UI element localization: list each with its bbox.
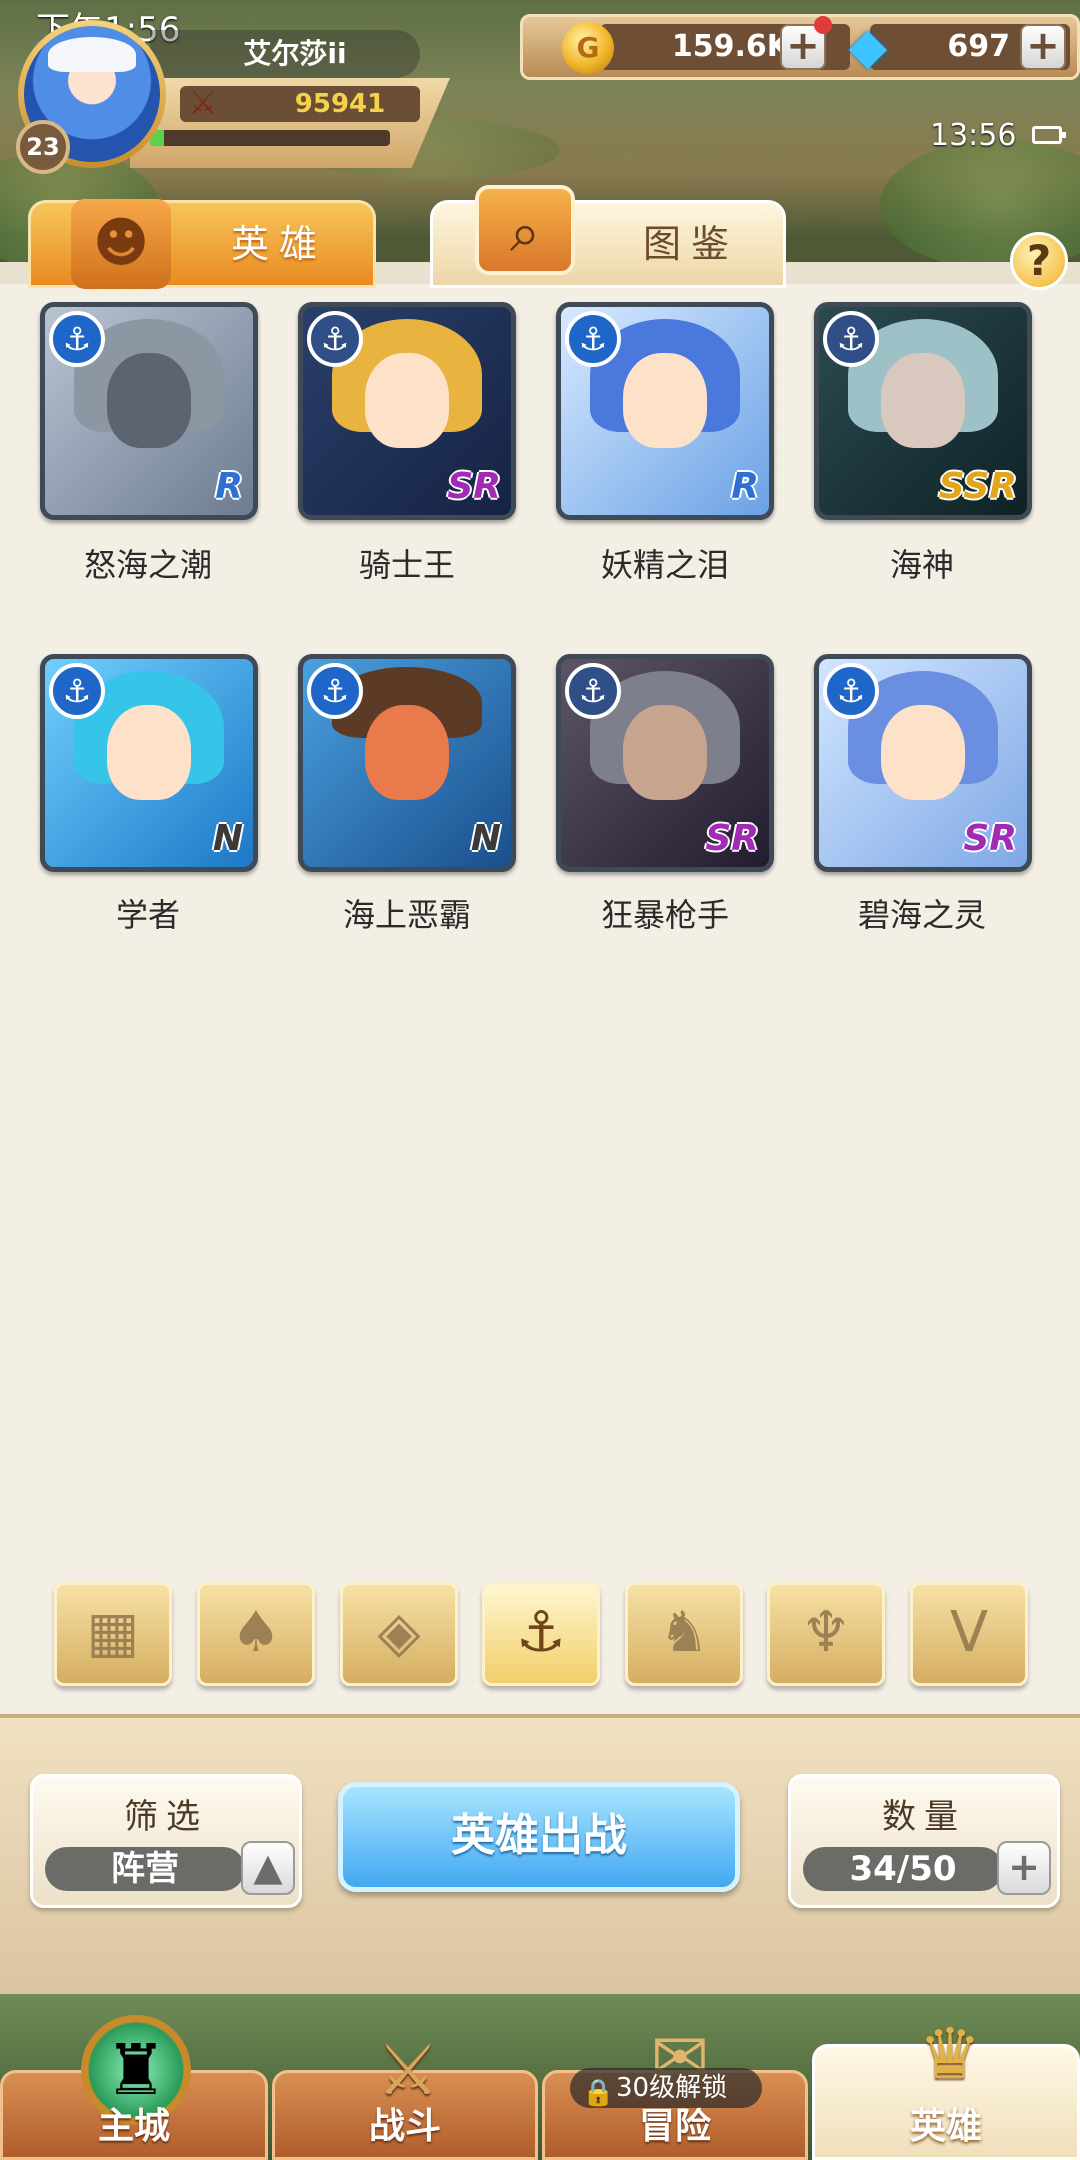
rarity-badge: R bbox=[731, 466, 759, 507]
clock: 13:56 bbox=[930, 118, 1017, 153]
deploy-heroes-button[interactable]: 英雄出战 bbox=[338, 1782, 740, 1892]
anchor-icon: ⚓ bbox=[823, 663, 879, 719]
battery-icon bbox=[1032, 126, 1066, 144]
anchor-faction-icon: ⚓ bbox=[515, 1600, 567, 1665]
tab-hero[interactable]: ☻ 英雄 bbox=[28, 199, 376, 289]
nav-label: 英雄 bbox=[909, 2106, 982, 2147]
tab-gallery[interactable]: ⌕ 图鉴 bbox=[430, 185, 786, 288]
filter-toggle-button[interactable]: ▲ bbox=[241, 1841, 295, 1895]
anchor-icon: ⚓ bbox=[565, 311, 621, 367]
rarity-badge: SR bbox=[705, 818, 759, 859]
rarity-badge: SR bbox=[447, 466, 501, 507]
filter-anchor-button[interactable]: ⚓ bbox=[482, 1582, 600, 1686]
anchor-icon: ⚓ bbox=[565, 663, 621, 719]
hero-card[interactable]: ⚓ SR bbox=[814, 654, 1032, 872]
hero-name: 海神 bbox=[889, 546, 954, 584]
tab-gallery-label: 图鉴 bbox=[643, 222, 740, 266]
leaf-faction-icon: ♠ bbox=[230, 1600, 282, 1665]
nav-battle[interactable]: ⚔ 战斗 bbox=[272, 2029, 538, 2160]
filter-all-button[interactable]: ▦ bbox=[54, 1582, 172, 1686]
hero-card[interactable]: ⚓ N bbox=[298, 654, 516, 872]
demon-faction-icon: ♆ bbox=[800, 1600, 852, 1665]
rarity-badge: SR bbox=[963, 818, 1017, 859]
hero-card[interactable]: ⚓ R bbox=[40, 302, 258, 520]
rarity-badge: N bbox=[470, 818, 501, 859]
anchor-icon: ⚓ bbox=[49, 663, 105, 719]
beast-faction-icon: ♞ bbox=[658, 1600, 710, 1665]
player-name[interactable]: 艾尔莎ii bbox=[150, 30, 420, 78]
expand-capacity-button[interactable]: + bbox=[997, 1841, 1051, 1895]
count-box: 数量 34/50 + bbox=[788, 1774, 1060, 1908]
nav-heroes[interactable]: ♛ 英雄 bbox=[812, 2013, 1080, 2160]
add-diamond-button[interactable]: + bbox=[1020, 24, 1066, 70]
anchor-icon: ⚓ bbox=[823, 311, 879, 367]
combat-power-icon: ⚔ bbox=[187, 83, 219, 123]
magnifier-icon: ⌕ bbox=[475, 185, 575, 275]
hero-name: 碧海之灵 bbox=[857, 896, 986, 934]
hero-card[interactable]: ⚓ R bbox=[556, 302, 774, 520]
helmet-icon: ☻ bbox=[71, 199, 171, 289]
filter-diamond-button[interactable]: ◈ bbox=[340, 1582, 458, 1686]
rarity-badge: N bbox=[212, 818, 243, 859]
rarity-badge: R bbox=[215, 466, 243, 507]
plus-icon: + bbox=[1008, 1845, 1040, 1889]
hero-helmet-icon: ♛ bbox=[918, 2013, 982, 2095]
filter-leaf-button[interactable]: ♠ bbox=[197, 1582, 315, 1686]
anchor-icon: ⚓ bbox=[307, 311, 363, 367]
help-button[interactable]: ? bbox=[1010, 232, 1068, 290]
notification-dot bbox=[814, 16, 832, 34]
count-title: 数量 bbox=[882, 1797, 966, 1837]
tab-hero-label: 英雄 bbox=[231, 222, 328, 266]
nav-main-city[interactable]: ♜ 主城 bbox=[0, 2015, 268, 2160]
hero-card[interactable]: ⚓ SR bbox=[298, 302, 516, 520]
hero-name: 骑士王 bbox=[358, 546, 455, 584]
filter-beast-button[interactable]: ♞ bbox=[625, 1582, 743, 1686]
hero-card[interactable]: ⚓ SR bbox=[556, 654, 774, 872]
filter-box: 筛选 阵营 ▲ bbox=[30, 1774, 302, 1908]
hero-name: 狂暴枪手 bbox=[600, 896, 729, 934]
hero-name: 怒海之潮 bbox=[83, 546, 212, 584]
exp-bar bbox=[150, 130, 390, 146]
grid-icon: ▦ bbox=[86, 1600, 140, 1665]
player-level-badge: 23 bbox=[16, 120, 70, 174]
hero-name: 学者 bbox=[115, 896, 180, 934]
hero-name: 妖精之泪 bbox=[600, 546, 729, 584]
filter-title: 筛选 bbox=[124, 1797, 208, 1837]
hero-count-value: 34/50 bbox=[803, 1847, 1003, 1891]
adventure-lock-tag: 🔒 30级解锁 bbox=[570, 2068, 762, 2108]
filter-wing-button[interactable]: V bbox=[910, 1582, 1028, 1686]
diamond-faction-icon: ◈ bbox=[377, 1600, 421, 1665]
gold-coin-icon: G bbox=[562, 22, 614, 74]
combat-power-value: 95941 bbox=[294, 89, 386, 119]
rarity-badge: SSR bbox=[938, 466, 1017, 507]
filter-value[interactable]: 阵营 bbox=[45, 1847, 245, 1891]
hero-card[interactable]: ⚓ N bbox=[40, 654, 258, 872]
hero-name: 海上恶霸 bbox=[342, 896, 471, 934]
wing-faction-icon: V bbox=[949, 1600, 989, 1665]
chevron-up-icon: ▲ bbox=[253, 1845, 283, 1889]
filter-demon-button[interactable]: ♆ bbox=[767, 1582, 885, 1686]
unlock-requirement: 30级解锁 bbox=[616, 2073, 728, 2103]
lock-icon: 🔒 bbox=[582, 2078, 615, 2108]
anchor-icon: ⚓ bbox=[307, 663, 363, 719]
nav-label: 主城 bbox=[97, 2106, 170, 2147]
hero-card[interactable]: ⚓ SSR bbox=[814, 302, 1032, 520]
anchor-icon: ⚓ bbox=[49, 311, 105, 367]
nav-label: 战斗 bbox=[368, 2106, 441, 2147]
diamond-icon: ◆ bbox=[848, 17, 888, 75]
